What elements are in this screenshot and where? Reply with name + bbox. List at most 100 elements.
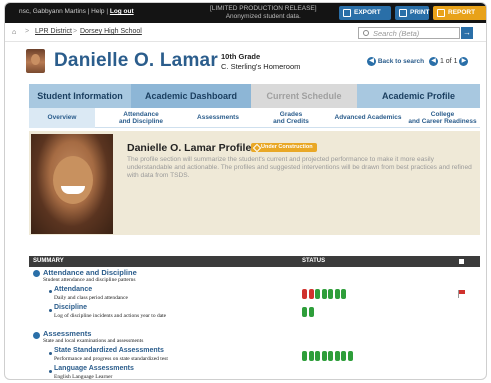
status-block-green xyxy=(302,307,307,317)
bullet-icon xyxy=(49,309,52,312)
back-to-search-label: Back to search xyxy=(377,58,425,65)
breadcrumb-school[interactable]: Dorsey High School xyxy=(80,28,142,35)
status-block-red xyxy=(302,289,307,299)
sub-tabs: Overview Attendance and Discipline Asses… xyxy=(29,108,480,128)
print-button[interactable]: PRINT xyxy=(395,6,430,20)
summary-header: SUMMARY STATUS xyxy=(29,256,480,267)
tab-student-information[interactable]: Student Information xyxy=(29,84,131,108)
status-block-green xyxy=(315,351,320,361)
app-window: nsc, Gabbyann Martins | Help | Log out [… xyxy=(4,2,487,380)
student-grade-info: 10th Grade C. Sterling's Homeroom xyxy=(221,52,300,72)
notice-line-1: [LIMITED PRODUCTION RELEASE] xyxy=(210,5,317,12)
search-placeholder: Search (Beta) xyxy=(373,29,420,38)
status-block-green xyxy=(321,351,327,361)
breadcrumb-district[interactable]: LPR District xyxy=(35,28,72,35)
main-tabs: Student Information Academic Dashboard C… xyxy=(29,84,480,108)
subtab-overview[interactable]: Overview xyxy=(29,108,95,128)
tab-academic-dashboard[interactable]: Academic Dashboard xyxy=(131,84,251,108)
search-icon xyxy=(363,30,369,36)
profile-description: The profile section will summarize the s… xyxy=(127,156,472,179)
print-label: PRINT xyxy=(410,9,430,16)
subtab-label-line-1: Grades xyxy=(279,111,303,118)
notice-line-2: Anonymized student data. xyxy=(225,12,301,20)
status-indicator xyxy=(302,307,315,317)
breadcrumb: ⌂ > LPR District > Dorsey High School Se… xyxy=(5,23,486,42)
pager-label: 1 of 1 xyxy=(439,58,458,65)
bullet-icon xyxy=(49,370,52,373)
student-photo xyxy=(31,134,113,234)
status-block-green xyxy=(302,351,307,361)
subtab-label-line-2: and Discipline xyxy=(118,118,164,125)
section-subtitle: State and local examinations and assessm… xyxy=(43,338,144,344)
status-block-green xyxy=(315,289,320,299)
student-pager: ◀ 1 of 1 ▶ xyxy=(429,56,469,68)
status-block-green xyxy=(334,351,340,361)
student-face xyxy=(53,156,93,204)
subtab-label-line-2: and Career Readiness xyxy=(408,118,477,125)
summary-column-header: SUMMARY xyxy=(33,258,64,264)
section-title[interactable]: Assessments xyxy=(43,329,91,338)
item-title[interactable]: State Standardized Assessments xyxy=(54,347,164,354)
status-block-green xyxy=(341,289,346,299)
logout-link[interactable]: Log out xyxy=(110,8,134,15)
summary-rows: Attendance and Discipline Student attend… xyxy=(29,267,480,379)
report-button[interactable]: REPORT xyxy=(433,6,486,20)
item-title[interactable]: Language Assessments xyxy=(54,365,134,372)
user-info: nsc, Gabbyann Martins | Help | Log out xyxy=(19,8,134,15)
section-subtitle: Student attendance and discipline patter… xyxy=(43,277,136,283)
bullet-icon xyxy=(49,352,52,355)
export-icon xyxy=(343,9,351,17)
subtab-grades-credits[interactable]: Grades and Credits xyxy=(261,111,321,125)
expand-icon[interactable] xyxy=(33,332,40,339)
status-block-green xyxy=(341,351,346,361)
tab-academic-profile[interactable]: Academic Profile xyxy=(357,84,480,108)
status-block-green xyxy=(308,307,314,317)
breadcrumb-separator: > xyxy=(25,28,30,35)
profile-title: Danielle O. Lamar Profile xyxy=(127,142,252,154)
under-construction-badge: Under Construction xyxy=(251,143,317,152)
search-input[interactable]: Search (Beta) xyxy=(358,27,460,39)
next-icon[interactable]: ▶ xyxy=(459,56,469,66)
item-title[interactable]: Attendance xyxy=(54,286,92,293)
bullet-icon xyxy=(49,290,52,293)
expand-icon[interactable] xyxy=(33,270,40,277)
item-subtitle: Performance and progress on state standa… xyxy=(54,356,168,362)
back-to-search-button[interactable]: ◀ Back to search xyxy=(367,56,424,68)
report-icon xyxy=(437,9,445,17)
back-arrow-icon: ◀ xyxy=(367,56,376,66)
item-subtitle: Log of discipline incidents and actions … xyxy=(54,313,167,319)
page-title: Danielle O. Lamar xyxy=(54,50,218,71)
status-indicator xyxy=(302,289,348,299)
subtab-advanced-academics[interactable]: Advanced Academics xyxy=(331,114,405,121)
subtab-college-career[interactable]: College and Career Readiness xyxy=(405,111,480,125)
tab-current-schedule[interactable]: Current Schedule xyxy=(251,84,357,108)
status-block-green xyxy=(321,289,327,299)
status-block-green xyxy=(328,289,333,299)
subtab-label-line-2: and Credits xyxy=(273,118,309,125)
print-icon xyxy=(399,9,407,17)
subtab-attendance-discipline[interactable]: Attendance and Discipline xyxy=(107,111,175,125)
home-icon[interactable]: ⌂ xyxy=(12,29,16,36)
student-homeroom: C. Sterling's Homeroom xyxy=(221,62,301,71)
status-column-header: STATUS xyxy=(302,258,326,264)
status-block-green xyxy=(334,289,340,299)
profile-panel: Danielle O. Lamar Profile Under Construc… xyxy=(29,131,480,235)
item-title[interactable]: Discipline xyxy=(54,304,87,311)
top-bar: nsc, Gabbyann Martins | Help | Log out [… xyxy=(5,3,486,30)
avatar xyxy=(26,49,45,73)
export-all-button[interactable]: EXPORT ALL xyxy=(339,6,391,30)
status-block-green xyxy=(347,351,353,361)
section-title[interactable]: Attendance and Discipline xyxy=(43,268,137,277)
search-go-button[interactable]: → xyxy=(461,27,473,39)
student-grade: 10th Grade xyxy=(221,52,261,61)
environment-notice: [LIMITED PRODUCTION RELEASE] Anonymized … xyxy=(210,5,317,20)
item-subtitle: Daily and class period attendance xyxy=(54,295,128,301)
breadcrumb-separator: > xyxy=(73,28,78,35)
flag-icon xyxy=(459,259,464,264)
subtab-assessments[interactable]: Assessments xyxy=(189,114,247,121)
red-flag-icon[interactable] xyxy=(458,290,465,298)
help-link[interactable]: Help xyxy=(91,8,104,15)
report-label: REPORT xyxy=(448,9,476,16)
prev-icon[interactable]: ◀ xyxy=(429,56,438,66)
status-block-green xyxy=(328,351,333,361)
